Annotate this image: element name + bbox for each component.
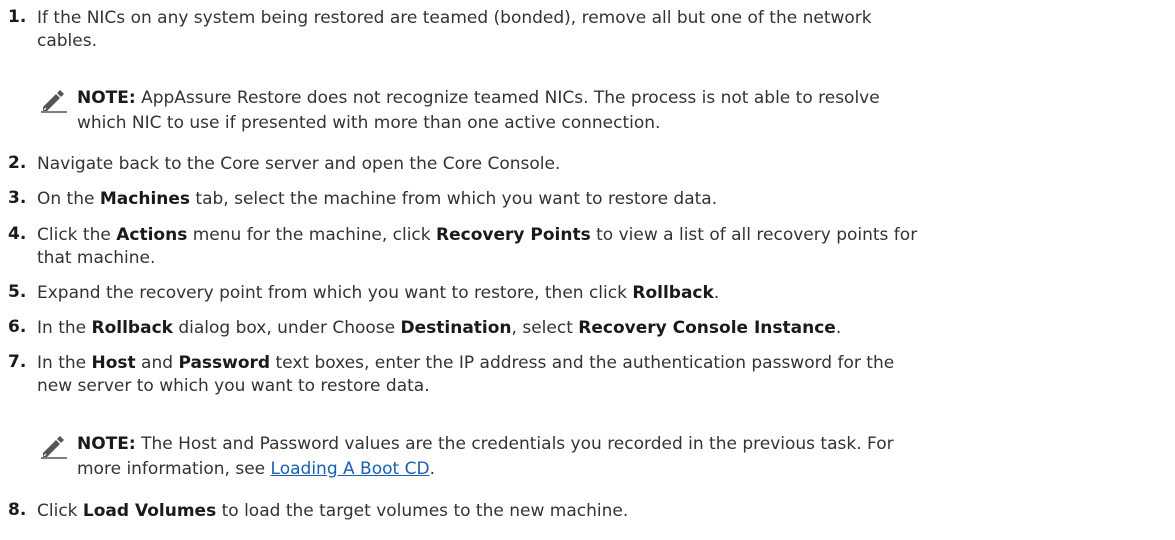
ui-term-recovery-points: Recovery Points <box>436 225 591 245</box>
ui-term-password: Password <box>178 353 271 373</box>
document-page: { "steps": [ { "num": "1.", "line1": "If… <box>0 0 1175 540</box>
step-text: tab, select the machine from which you w… <box>190 189 718 209</box>
step-text: . <box>713 283 720 303</box>
step-number: 2. <box>8 153 27 173</box>
step-text: menu for the machine, click <box>187 225 437 245</box>
step-text: If the NICs on any system being restored… <box>37 8 872 28</box>
step-number: 8. <box>8 500 27 520</box>
ui-term-load-volumes: Load Volumes <box>82 501 217 521</box>
step-number: 6. <box>8 317 27 337</box>
ui-term-rollback: Rollback <box>632 283 714 303</box>
step-text: Click the <box>37 225 117 245</box>
note-label: NOTE: <box>77 434 136 454</box>
pencil-note-icon <box>41 90 67 113</box>
step-text: In the <box>37 353 92 373</box>
step-number: 5. <box>8 282 27 302</box>
step-text-continued: cables. <box>37 31 97 51</box>
step-number: 7. <box>8 352 27 372</box>
ui-term-machines: Machines <box>99 189 191 209</box>
step-text: text boxes, enter the IP address and the… <box>270 353 895 373</box>
step-text: Click <box>37 501 83 521</box>
step-text: Navigate back to the Core server and ope… <box>37 154 561 174</box>
step-number: 4. <box>8 224 27 244</box>
step-number: 3. <box>8 188 27 208</box>
step-text: to load the target volumes to the new ma… <box>216 501 629 521</box>
step-text: . <box>835 318 842 338</box>
step-text: , select <box>511 318 579 338</box>
note-text-continued: . <box>429 459 435 479</box>
step-text: dialog box, under Choose <box>172 318 401 338</box>
ui-term-rollback: Rollback <box>91 318 173 338</box>
step-text-continued: that machine. <box>37 248 156 268</box>
step-number: 1. <box>8 7 27 27</box>
step-text: On the <box>37 189 100 209</box>
step-text-continued: new server to which you want to restore … <box>37 376 430 396</box>
ui-term-host: Host <box>91 353 136 373</box>
ui-term-actions: Actions <box>116 225 188 245</box>
step-text: Expand the recovery point from which you… <box>37 283 633 303</box>
note-text-continued: which NIC to use if presented with more … <box>77 113 661 133</box>
step-text: to view a list of all recovery points fo… <box>590 225 918 245</box>
note-label: NOTE: <box>77 88 136 108</box>
note-text: The Host and Password values are the cre… <box>135 434 894 454</box>
pencil-note-icon <box>41 436 67 459</box>
loading-boot-cd-link[interactable]: Loading A Boot CD <box>271 459 430 479</box>
ui-term-recovery-console-instance: Recovery Console Instance <box>578 318 836 338</box>
note-text: AppAssure Restore does not recognize tea… <box>135 88 880 108</box>
ui-term-destination: Destination <box>400 318 512 338</box>
note-text-continued: more information, see <box>77 459 271 479</box>
step-text: and <box>135 353 179 373</box>
step-text: In the <box>37 318 92 338</box>
